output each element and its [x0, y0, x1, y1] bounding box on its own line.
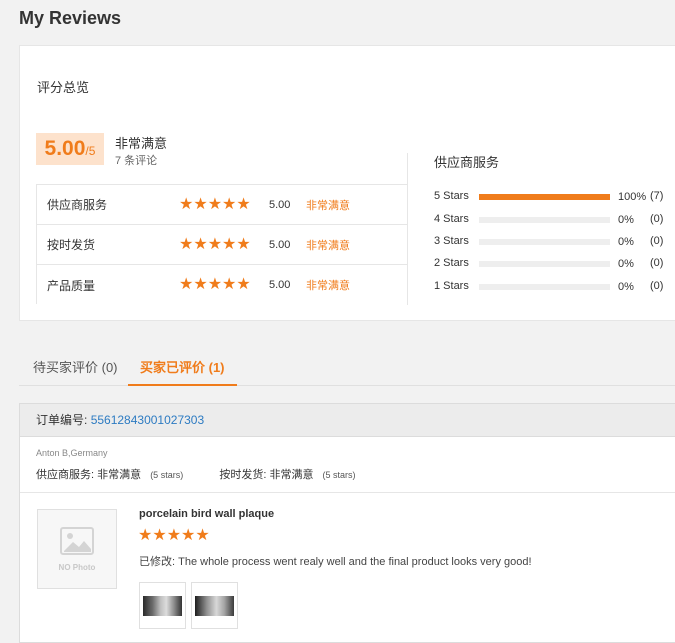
distribution-label: 1 Stars — [434, 280, 469, 292]
distribution-row-1: 1 Stars 0% (0) — [434, 280, 675, 294]
distribution-percent: 0% — [618, 214, 634, 226]
distribution-label: 3 Stars — [434, 235, 469, 247]
metric-row-product-quality: 产品质量 ★★★★★ 5.00 非常满意 — [36, 265, 408, 305]
image-placeholder-icon — [60, 526, 94, 555]
order-number-link[interactable]: 55612843001027303 — [91, 413, 204, 427]
order-number-label: 订单编号: — [36, 413, 88, 427]
distribution-count: (0) — [650, 213, 664, 225]
star-rating-icon: ★★★★★ — [138, 527, 210, 544]
shipping-label: 按时发货: — [219, 469, 267, 481]
distribution-bar-fill — [479, 194, 610, 200]
review-photo-image — [195, 596, 234, 616]
shipping-stars: (5 stars) — [322, 470, 356, 480]
distribution-count: (0) — [650, 257, 664, 269]
metric-name: 供应商服务 — [47, 198, 108, 212]
distribution-bar — [479, 261, 610, 267]
distribution-row-5: 5 Stars 100% (7) — [434, 190, 675, 204]
summary-heading: 评分总览 — [37, 80, 90, 95]
distribution-bar — [479, 239, 610, 245]
distribution-bar — [479, 194, 610, 200]
page-title: My Reviews — [19, 8, 122, 28]
review-photo-1[interactable] — [139, 582, 186, 629]
metric-row-on-time-shipping: 按时发货 ★★★★★ 5.00 非常满意 — [36, 225, 408, 265]
rating-summary-card: 评分总览 5.00 /5 非常满意 7 条评论 供应商服务 ★★★★★ 5.00… — [19, 45, 675, 321]
buyer-ratings: 供应商服务: 非常满意 (5 stars) 按时发货: 非常满意 (5 star… — [36, 466, 356, 482]
order-review-card: 订单编号: 55612843001027303 Anton B,Germany … — [19, 403, 675, 643]
metric-name: 产品质量 — [47, 278, 96, 293]
review-photo-image — [143, 596, 182, 616]
review-tabs: 待买家评价 (0) 买家已评价 (1) — [19, 350, 675, 386]
metric-score: 5.00 — [269, 198, 291, 211]
supplier-service-stars: (5 stars) — [150, 470, 184, 480]
tab-buyer-reviewed[interactable]: 买家已评价 (1) — [128, 350, 237, 386]
star-rating-icon: ★★★★★ — [179, 195, 251, 213]
distribution-count: (0) — [650, 235, 664, 247]
metric-score: 5.00 — [269, 238, 291, 251]
distribution-label: 4 Stars — [434, 213, 469, 225]
distribution-row-4: 4 Stars 0% (0) — [434, 213, 675, 227]
metric-row-supplier-service: 供应商服务 ★★★★★ 5.00 非常满意 — [36, 185, 408, 225]
metric-satisfaction: 非常满意 — [306, 280, 350, 292]
product-title[interactable]: porcelain bird wall plaque — [139, 508, 274, 520]
overall-satisfaction-label: 非常满意 — [115, 136, 168, 151]
distribution-percent: 0% — [618, 281, 634, 293]
review-text: 已修改: The whole process went realy well a… — [139, 556, 532, 568]
supplier-service-value: 非常满意 — [97, 469, 142, 481]
distribution-bar — [479, 284, 610, 290]
star-rating-icon: ★★★★★ — [179, 276, 251, 293]
distribution-count: (0) — [650, 280, 664, 292]
distribution-label: 5 Stars — [434, 190, 469, 202]
metric-score: 5.00 — [269, 279, 291, 291]
distribution-percent: 0% — [618, 236, 634, 248]
buyer-name: Anton B,Germany — [36, 448, 108, 458]
star-rating-icon: ★★★★★ — [179, 235, 251, 253]
distribution-count: (7) — [650, 190, 664, 202]
order-divider — [20, 492, 675, 493]
review-count: 7 条评论 — [115, 155, 158, 167]
order-header: 订单编号: 55612843001027303 — [20, 404, 675, 437]
overall-score-badge: 5.00 /5 — [36, 133, 104, 165]
metrics-table: 供应商服务 ★★★★★ 5.00 非常满意 按时发货 ★★★★★ 5.00 非常… — [36, 184, 408, 305]
summary-divider — [407, 153, 408, 305]
shipping-value: 非常满意 — [269, 469, 314, 481]
distribution-title: 供应商服务 — [434, 155, 500, 170]
review-photo-2[interactable] — [191, 582, 238, 629]
distribution-row-3: 3 Stars 0% (0) — [434, 235, 675, 249]
distribution-percent: 0% — [618, 258, 634, 270]
overall-score: 5.00 — [44, 137, 86, 160]
tab-pending-buyer-review[interactable]: 待买家评价 (0) — [21, 350, 130, 386]
no-photo-text: NO Photo — [58, 562, 96, 572]
product-thumbnail[interactable]: NO Photo — [37, 509, 117, 589]
metric-name: 按时发货 — [47, 238, 96, 252]
metric-satisfaction: 非常满意 — [306, 239, 350, 252]
distribution-bar — [479, 217, 610, 223]
metric-satisfaction: 非常满意 — [306, 199, 350, 212]
distribution-label: 2 Stars — [434, 257, 469, 269]
overall-score-max: /5 — [85, 144, 96, 158]
supplier-service-label: 供应商服务: — [36, 469, 95, 481]
distribution-row-2: 2 Stars 0% (0) — [434, 257, 675, 271]
distribution-percent: 100% — [618, 191, 647, 203]
